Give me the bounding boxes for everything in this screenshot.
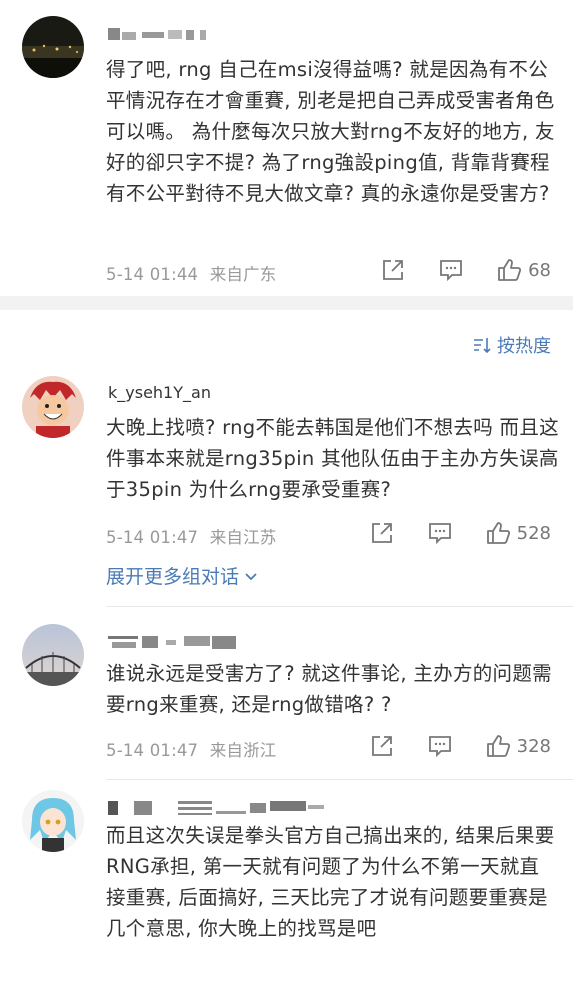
like-icon[interactable] [496, 257, 522, 283]
avatar[interactable] [22, 790, 84, 852]
comment-actions: 328 [369, 733, 551, 759]
like-count: 328 [516, 735, 551, 757]
expand-conversation-link[interactable]: 展开更多组对话 [106, 562, 259, 589]
comment-text: 得了吧, rng 自己在msi沒得益嗎? 就是因為有不公平情況存在才會重賽, 別… [106, 58, 557, 205]
like-count: 528 [516, 522, 551, 544]
comment-icon[interactable] [427, 733, 453, 759]
share-icon[interactable] [369, 520, 395, 546]
comment-meta: 5-14 01:44 来自广东 [106, 261, 277, 285]
comment-text: 大晚上找喷? rng不能去韩国是他们不想去吗 而且这件事本来就是rng35pin… [106, 416, 559, 501]
comment-icon[interactable] [427, 520, 453, 546]
comment-time: 5-14 01:44 [106, 265, 199, 284]
comment-text: 而且这次失误是拳头官方自己搞出来的, 结果后果要RNG承担, 第一天就有问题了为… [106, 824, 555, 940]
comment-location: 来自江苏 [209, 528, 277, 547]
like-count: 68 [528, 259, 551, 281]
username[interactable]: k_yseh1Y_an [108, 383, 211, 405]
avatar[interactable] [22, 376, 84, 438]
expand-label: 展开更多组对话 [106, 566, 240, 588]
username-obscured[interactable] [108, 797, 328, 819]
username-obscured[interactable] [108, 630, 248, 652]
comment-text: 谁说永远是受害方了? 就这件事论, 主办方的问题需要rng来重赛, 还是rng做… [106, 662, 552, 716]
like-icon[interactable] [485, 520, 511, 546]
comment-separator [106, 606, 573, 607]
comment-location: 来自广东 [209, 265, 277, 284]
comment-actions: 68 [380, 257, 551, 283]
comment-separator [106, 779, 573, 780]
comment-actions: 528 [369, 520, 551, 546]
section-divider [0, 296, 573, 310]
comment-time: 5-14 01:47 [106, 528, 199, 547]
avatar[interactable] [22, 624, 84, 686]
chevron-down-icon [245, 572, 257, 580]
comment-location: 来自浙江 [209, 741, 277, 760]
username-obscured[interactable] [108, 22, 218, 44]
sort-label: 按热度 [497, 336, 551, 357]
comment-meta: 5-14 01:47 来自江苏 [106, 524, 277, 548]
comment-time: 5-14 01:47 [106, 741, 199, 760]
comment-meta: 5-14 01:47 来自浙江 [106, 737, 277, 761]
comment-icon[interactable] [438, 257, 464, 283]
sort-icon [474, 338, 491, 354]
sort-toggle[interactable]: 按热度 [473, 332, 551, 358]
avatar[interactable] [22, 16, 84, 78]
like-icon[interactable] [485, 733, 511, 759]
share-icon[interactable] [369, 733, 395, 759]
share-icon[interactable] [380, 257, 406, 283]
